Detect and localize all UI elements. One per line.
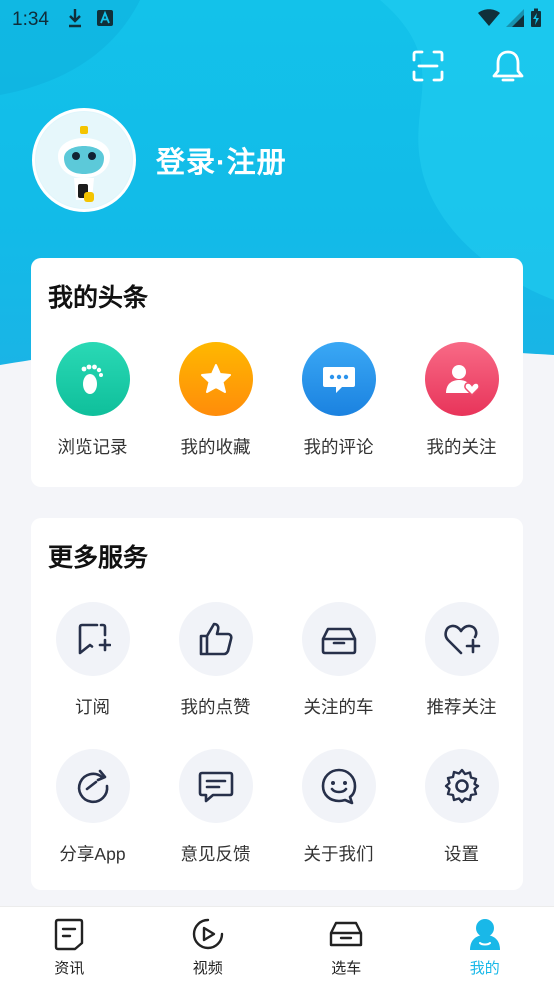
follow-user-icon: [424, 342, 499, 416]
mascot-avatar-image: [36, 112, 132, 208]
smiley-chat-icon: [301, 749, 376, 823]
status-time: 1:34: [12, 9, 49, 30]
browse-history-label: 浏览记录: [57, 437, 128, 457]
gear-icon: [424, 749, 499, 823]
comment-icon: [301, 342, 376, 416]
share-icon: [55, 749, 130, 823]
heart-plus-icon: [424, 602, 499, 676]
my-toutiao-title: 我的头条: [48, 284, 149, 312]
followed-cars-button[interactable]: 关注的车: [277, 602, 400, 719]
tab-news[interactable]: 资讯: [0, 907, 139, 984]
scan-icon[interactable]: [410, 48, 446, 84]
profile-header: 登录·注册: [32, 108, 287, 212]
subscribe-bookmark-icon: [55, 602, 130, 676]
subscribe-button[interactable]: 订阅: [31, 602, 154, 719]
subscribe-label: 订阅: [75, 697, 110, 717]
feedback-label: 意见反馈: [180, 844, 251, 864]
favorites-button[interactable]: 我的收藏: [154, 342, 277, 459]
recommended-follows-label: 推荐关注: [426, 697, 497, 717]
status-bar: 1:34: [0, 0, 554, 40]
bell-icon[interactable]: [490, 48, 526, 84]
battery-charging-icon: [530, 8, 542, 32]
news-icon: [53, 917, 85, 955]
a-icon: [96, 10, 113, 30]
bottom-tab-bar: 资讯 视频 选车 我的: [0, 906, 554, 984]
more-services-card: 更多服务 订阅 我的点赞 关注的车 推荐关注 分享App 意见反馈 关于我们 设…: [31, 518, 523, 890]
my-toutiao-card: 我的头条 浏览记录 我的收藏 我的评论 我的关注: [31, 258, 523, 487]
tab-car-select[interactable]: 选车: [277, 907, 416, 984]
tab-car-select-label: 选车: [331, 960, 362, 977]
my-follows-button[interactable]: 我的关注: [400, 342, 523, 459]
tab-video-label: 视频: [192, 960, 223, 977]
my-comments-button[interactable]: 我的评论: [277, 342, 400, 459]
login-register-link[interactable]: 登录·注册: [156, 139, 287, 181]
settings-button[interactable]: 设置: [400, 749, 523, 866]
more-services-title: 更多服务: [48, 544, 149, 572]
feedback-button[interactable]: 意见反馈: [154, 749, 277, 866]
my-likes-button[interactable]: 我的点赞: [154, 602, 277, 719]
recommended-follows-button[interactable]: 推荐关注: [400, 602, 523, 719]
download-icon: [67, 8, 83, 32]
my-likes-label: 我的点赞: [180, 697, 251, 717]
favorites-label: 我的收藏: [180, 437, 251, 457]
video-play-icon: [191, 917, 225, 955]
tab-me-label: 我的: [469, 960, 500, 977]
me-icon: [468, 917, 502, 955]
thumbs-up-icon: [178, 602, 253, 676]
my-follows-label: 我的关注: [426, 437, 497, 457]
tab-video[interactable]: 视频: [139, 907, 278, 984]
about-us-label: 关于我们: [303, 844, 374, 864]
my-comments-label: 我的评论: [303, 437, 374, 457]
car-select-icon: [328, 917, 364, 955]
browse-history-button[interactable]: 浏览记录: [31, 342, 154, 459]
feedback-icon: [178, 749, 253, 823]
wifi-icon: [478, 9, 500, 31]
share-app-label: 分享App: [59, 844, 126, 864]
star-icon: [178, 342, 253, 416]
footprint-icon: [55, 342, 130, 416]
signal-icon: [506, 9, 524, 31]
about-us-button[interactable]: 关于我们: [277, 749, 400, 866]
settings-label: 设置: [444, 844, 479, 864]
share-app-button[interactable]: 分享App: [31, 749, 154, 866]
car-icon: [301, 602, 376, 676]
followed-cars-label: 关注的车: [303, 697, 374, 717]
tab-news-label: 资讯: [54, 960, 85, 977]
avatar[interactable]: [32, 108, 136, 212]
tab-me[interactable]: 我的: [416, 907, 554, 984]
